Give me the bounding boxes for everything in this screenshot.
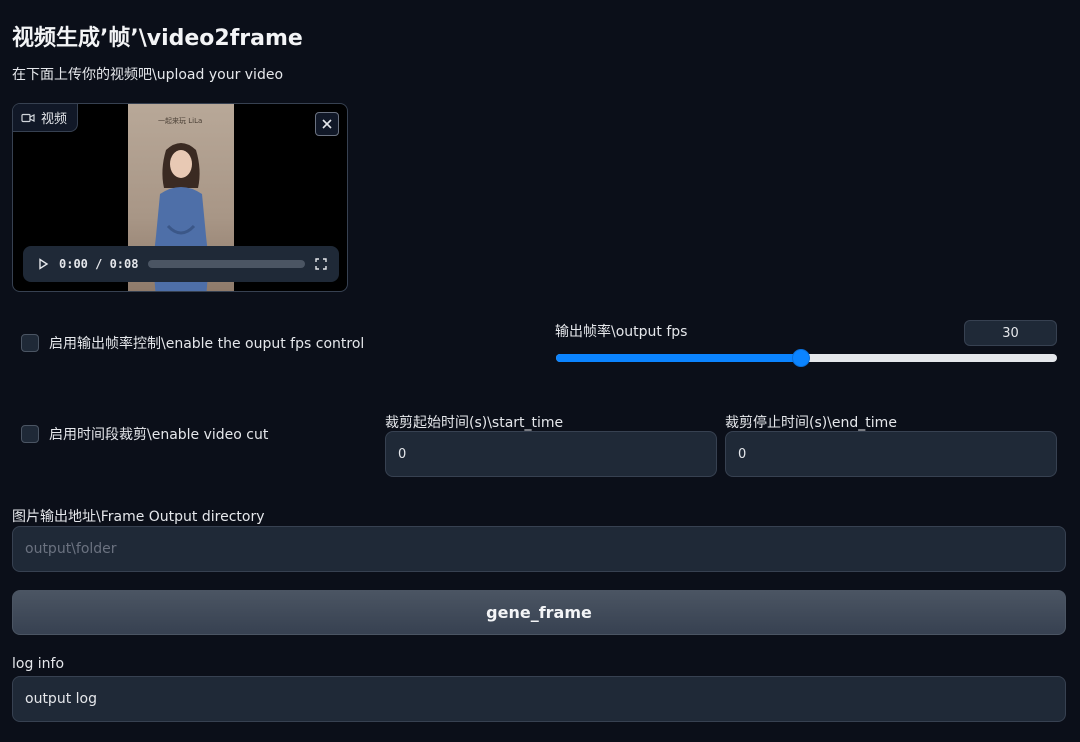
close-icon <box>322 119 332 129</box>
play-icon[interactable] <box>37 258 49 270</box>
fps-control-toggle[interactable]: 启用输出帧率控制\enable the ouput fps control <box>21 333 364 353</box>
fps-number-input[interactable]: 30 <box>964 320 1057 346</box>
fps-control-label: 启用输出帧率控制\enable the ouput fps control <box>49 336 365 352</box>
fps-slider-fill <box>556 354 802 362</box>
video-label-text: 视频 <box>41 112 68 127</box>
gene-frame-button[interactable]: gene_frame <box>12 590 1066 635</box>
output-dir-input[interactable]: output\folder <box>12 526 1066 572</box>
video-player[interactable]: 一起来玩 LiLa 视频 0:00 / 0:08 <box>12 103 348 292</box>
log-output: output log <box>12 676 1066 722</box>
video-camera-icon <box>21 113 35 122</box>
end-time-label: 裁剪停止时间(s)\end_time <box>725 415 897 431</box>
fullscreen-icon[interactable] <box>315 258 327 270</box>
fps-slider-label: 输出帧率\output fps <box>555 324 688 340</box>
output-dir-placeholder: output\folder <box>25 541 117 557</box>
video-cut-checkbox[interactable] <box>21 425 39 443</box>
clear-video-button[interactable] <box>315 112 339 136</box>
video-cut-toggle[interactable]: 启用时间段裁剪\enable video cut <box>21 424 268 444</box>
output-dir-label: 图片输出地址\Frame Output directory <box>12 509 265 525</box>
page-subtitle: 在下面上传你的视频吧\upload your video <box>12 67 284 83</box>
video-controls: 0:00 / 0:08 <box>23 246 339 282</box>
video-label-tab: 视频 <box>13 104 79 132</box>
log-label: log info <box>12 656 65 672</box>
start-time-input[interactable]: 0 <box>385 431 717 477</box>
fps-control-checkbox[interactable] <box>21 334 39 352</box>
video-progress-bar[interactable] <box>148 260 305 268</box>
page-title: 视频生成’帧’\video2frame <box>12 26 303 51</box>
start-time-label: 裁剪起始时间(s)\start_time <box>385 415 564 431</box>
fps-slider-thumb[interactable] <box>792 349 811 367</box>
video-watermark: 一起来玩 LiLa <box>158 117 203 125</box>
end-time-input[interactable]: 0 <box>725 431 1057 477</box>
video-cut-label: 启用时间段裁剪\enable video cut <box>49 427 269 443</box>
video-time-display: 0:00 / 0:08 <box>59 257 139 271</box>
